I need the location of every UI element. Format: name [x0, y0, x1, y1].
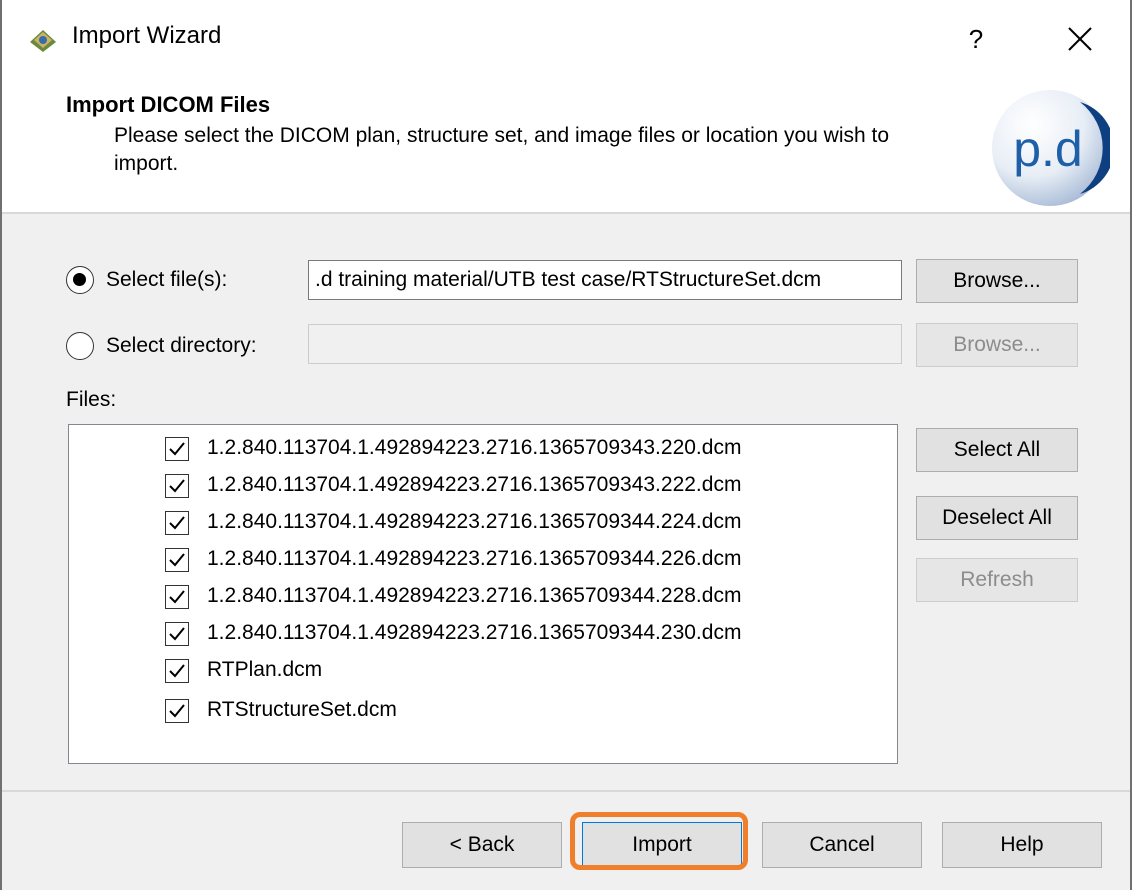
file-checkbox[interactable]: [165, 585, 189, 609]
refresh-button[interactable]: Refresh: [916, 558, 1078, 602]
directory-browse-button[interactable]: Browse...: [916, 323, 1078, 367]
import-wizard-icon: [30, 30, 56, 52]
window-title: Import Wizard: [72, 22, 222, 49]
logo-text: p.d: [1013, 121, 1083, 177]
checkmark-icon: [169, 516, 185, 530]
footer-divider: [2, 790, 1130, 792]
checkmark-icon: [169, 664, 185, 678]
checkmark-icon: [169, 590, 185, 604]
checkmark-icon: [169, 442, 185, 456]
file-checkbox[interactable]: [165, 659, 189, 683]
file-name: 1.2.840.113704.1.492894223.2716.13657093…: [207, 621, 742, 644]
file-checkbox[interactable]: [165, 699, 189, 723]
files-path-input[interactable]: .d training material/UTB test case/RTStr…: [308, 260, 902, 300]
radio-selected-dot: [73, 273, 86, 286]
checkmark-icon: [169, 479, 185, 493]
file-checkbox[interactable]: [165, 511, 189, 535]
cancel-button[interactable]: Cancel: [762, 822, 922, 868]
file-name: 1.2.840.113704.1.492894223.2716.13657093…: [207, 473, 742, 496]
checkmark-icon: [169, 627, 185, 641]
close-button[interactable]: [1050, 14, 1110, 64]
file-checkbox[interactable]: [165, 474, 189, 498]
file-checkbox[interactable]: [165, 622, 189, 646]
import-highlight-outline: [570, 812, 748, 870]
directory-path-input[interactable]: [308, 324, 902, 364]
pd-logo: p.d: [992, 90, 1110, 206]
file-name: 1.2.840.113704.1.492894223.2716.13657093…: [207, 547, 742, 570]
wizard-header: Import DICOM Files Please select the DIC…: [2, 74, 1130, 212]
back-button[interactable]: < Back: [402, 822, 562, 868]
select-files-label[interactable]: Select file(s):: [106, 268, 227, 292]
file-name: 1.2.840.113704.1.492894223.2716.13657093…: [207, 510, 742, 533]
checkmark-icon: [169, 553, 185, 567]
header-divider: [2, 212, 1130, 214]
close-icon: [1068, 27, 1092, 51]
file-checkbox[interactable]: [165, 437, 189, 461]
file-name: 1.2.840.113704.1.492894223.2716.13657093…: [207, 584, 742, 607]
file-name: RTPlan.dcm: [207, 658, 323, 681]
title-bar: Import Wizard ?: [2, 0, 1130, 74]
select-directory-label[interactable]: Select directory:: [106, 334, 257, 358]
files-list[interactable]: 1.2.840.113704.1.492894223.2716.13657093…: [68, 424, 898, 764]
select-all-button[interactable]: Select All: [916, 428, 1078, 472]
deselect-all-button[interactable]: Deselect All: [916, 496, 1078, 540]
help-button[interactable]: Help: [942, 822, 1102, 868]
page-title: Import DICOM Files: [66, 92, 271, 117]
import-wizard-dialog: Import Wizard ? Import DICOM Files Pleas…: [0, 0, 1132, 890]
file-name: 1.2.840.113704.1.492894223.2716.13657093…: [207, 436, 742, 459]
select-files-radio[interactable]: [66, 266, 94, 294]
file-name: RTStructureSet.dcm: [207, 698, 397, 721]
file-checkbox[interactable]: [165, 548, 189, 572]
help-title-button[interactable]: ?: [946, 14, 1006, 64]
page-description: Please select the DICOM plan, structure …: [114, 124, 890, 175]
files-browse-button[interactable]: Browse...: [916, 259, 1078, 303]
files-label: Files:: [66, 388, 117, 411]
checkmark-icon: [169, 704, 185, 718]
select-directory-radio[interactable]: [66, 332, 94, 360]
